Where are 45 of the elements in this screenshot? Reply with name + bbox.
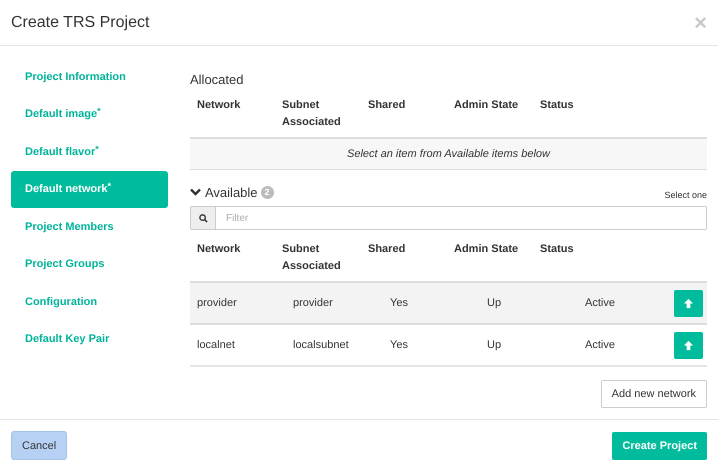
- table-row[interactable]: provider provider Yes Up Active: [190, 283, 707, 325]
- section-title: Allocated: [190, 72, 244, 87]
- column-header: Admin State: [454, 98, 520, 113]
- column-header: Network: [197, 242, 242, 257]
- column-header: Admin State: [454, 242, 520, 257]
- table-cell-text: Yes: [390, 339, 409, 351]
- sidebar-tab[interactable]: Configuration: [11, 283, 168, 320]
- table-cell-text: Up: [487, 339, 502, 351]
- column-header: Status: [540, 98, 575, 113]
- arrow-up-icon: [683, 298, 694, 308]
- allocate-button[interactable]: [674, 290, 703, 316]
- available-toggle[interactable]: Available: [190, 184, 258, 200]
- allocate-button[interactable]: [674, 332, 703, 358]
- cancel-button[interactable]: Cancel: [11, 431, 68, 460]
- column-header: Subnet Associated: [282, 98, 342, 130]
- filter-field[interactable]: Filter: [215, 206, 707, 230]
- add-network-button[interactable]: Add new network: [600, 380, 707, 408]
- sidebar-tab[interactable]: Project Information: [11, 58, 168, 96]
- table-cell-text: Active: [585, 297, 616, 309]
- sidebar-tab[interactable]: Project Groups: [11, 246, 168, 283]
- table-cell-text: Up: [487, 297, 502, 309]
- sidebar-tab[interactable]: Default flavor$^{*}$: [11, 133, 168, 170]
- column-header: Network: [197, 98, 242, 113]
- sidebar-tab[interactable]: Default image$^{*}$: [11, 96, 168, 133]
- sidebar-tab[interactable]: Default Key Pair: [11, 320, 168, 358]
- column-header: Shared: [368, 98, 406, 113]
- table-cell-text: Active: [585, 339, 616, 351]
- arrow-up-icon: [683, 340, 694, 350]
- table-cell-text: provider: [293, 297, 334, 309]
- table-cell-text: localsubnet: [293, 339, 350, 351]
- close-button[interactable]: ×: [694, 12, 707, 34]
- selection-hint: Select one: [664, 190, 707, 200]
- table-cell-text: provider: [197, 297, 238, 309]
- search-icon: [198, 214, 208, 222]
- column-header: Status: [540, 242, 575, 257]
- create-project-button[interactable]: Create Project: [612, 432, 707, 460]
- sidebar-tab[interactable]: Project Members: [11, 208, 168, 246]
- table-cell-text: localnet: [197, 339, 236, 351]
- dialog-title: Create TRS Project: [11, 14, 150, 32]
- count-badge: 2: [260, 186, 274, 198]
- column-header: Subnet Associated: [282, 242, 342, 274]
- empty-message: Select an item from Available items below: [347, 148, 550, 160]
- column-header: Shared: [368, 242, 406, 257]
- table-cell-text: Yes: [390, 297, 409, 309]
- sidebar-tab[interactable]: Default network$^{*}$: [11, 170, 168, 208]
